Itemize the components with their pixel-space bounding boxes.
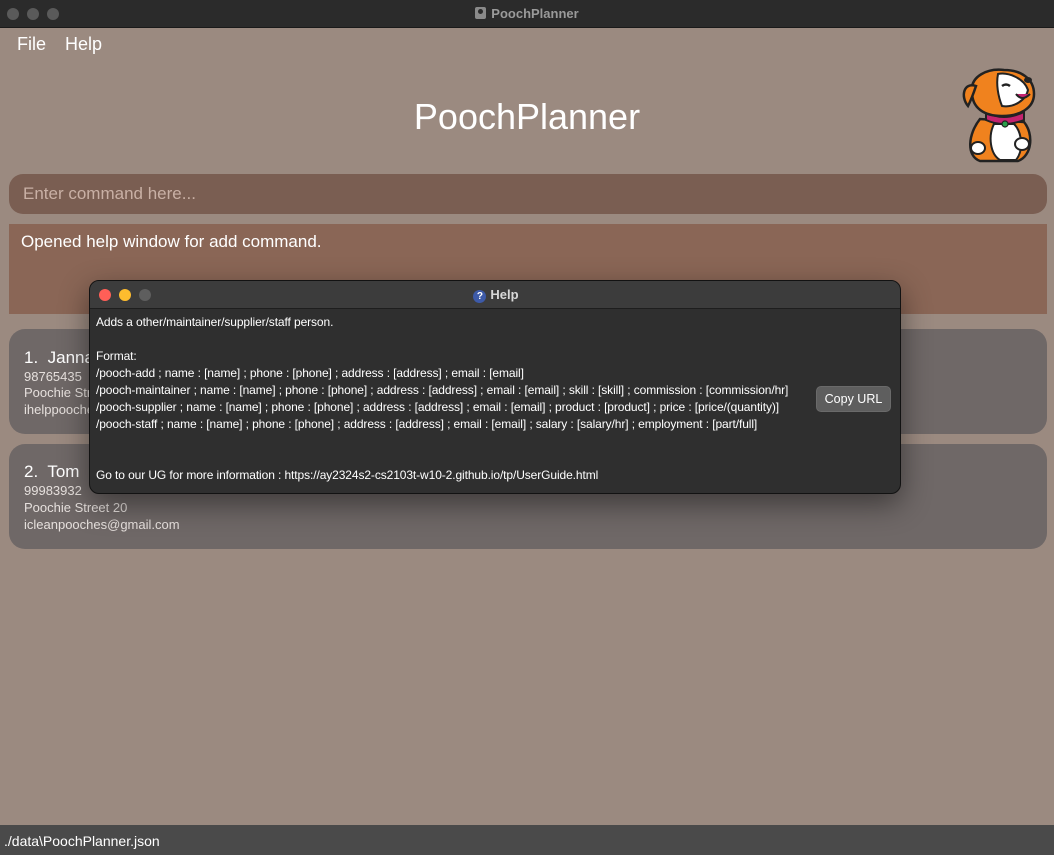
help-format-label: Format: xyxy=(96,349,137,363)
person-address: Poochie Street 20 xyxy=(24,500,128,515)
help-title-text: Help xyxy=(490,287,519,302)
command-input[interactable] xyxy=(9,174,1047,214)
person-phone: 98765435 xyxy=(24,369,82,384)
person-name: 2. Tom xyxy=(24,462,79,482)
person-phone: 99983932 xyxy=(24,483,82,498)
save-file-path: ./data\PoochPlanner.json xyxy=(4,833,160,849)
person-email: icleanpooches@gmail.com xyxy=(24,517,180,532)
person-name-text: Tom xyxy=(47,462,80,481)
help-format-line: /pooch-supplier ; name : [name] ; phone … xyxy=(96,400,780,414)
status-bar: ./data\PoochPlanner.json xyxy=(0,825,1054,855)
help-dialog: ? Help Adds a other/maintainer/supplier/s… xyxy=(89,280,901,494)
help-format-line: /pooch-staff ; name : [name] ; phone : [… xyxy=(96,417,758,431)
person-email: ihelppooche xyxy=(24,402,95,417)
help-format-line: /pooch-maintainer ; name : [name] ; phon… xyxy=(96,383,789,397)
help-more-info: Go to our UG for more information : http… xyxy=(96,468,599,482)
person-index: 2. xyxy=(24,462,39,481)
person-name: 1. Janna xyxy=(24,348,94,368)
menu-help[interactable]: Help xyxy=(65,34,102,55)
app-heading: PoochPlanner xyxy=(413,96,641,137)
copy-url-button[interactable]: Copy URL xyxy=(816,386,891,412)
person-name-text: Janna xyxy=(47,348,94,367)
menu-bar: File Help xyxy=(0,28,1054,60)
person-address: Poochie Stre xyxy=(24,385,99,400)
help-title-bar: ? Help xyxy=(90,281,900,309)
person-index: 1. xyxy=(24,348,39,367)
menu-file[interactable]: File xyxy=(17,34,46,55)
window-title-text: PoochPlanner xyxy=(491,6,579,21)
help-description: Adds a other/maintainer/supplier/staff p… xyxy=(96,315,334,329)
result-text: Opened help window for add command. xyxy=(21,232,322,251)
help-question-icon: ? xyxy=(473,290,487,303)
window-title-bar: PoochPlanner xyxy=(0,0,1054,28)
help-title: ? Help xyxy=(90,287,900,303)
document-icon xyxy=(475,7,487,19)
window-title: PoochPlanner xyxy=(0,6,1054,21)
help-format-line: /pooch-add ; name : [name] ; phone : [ph… xyxy=(96,366,524,380)
dog-mascot-icon xyxy=(962,68,1036,163)
